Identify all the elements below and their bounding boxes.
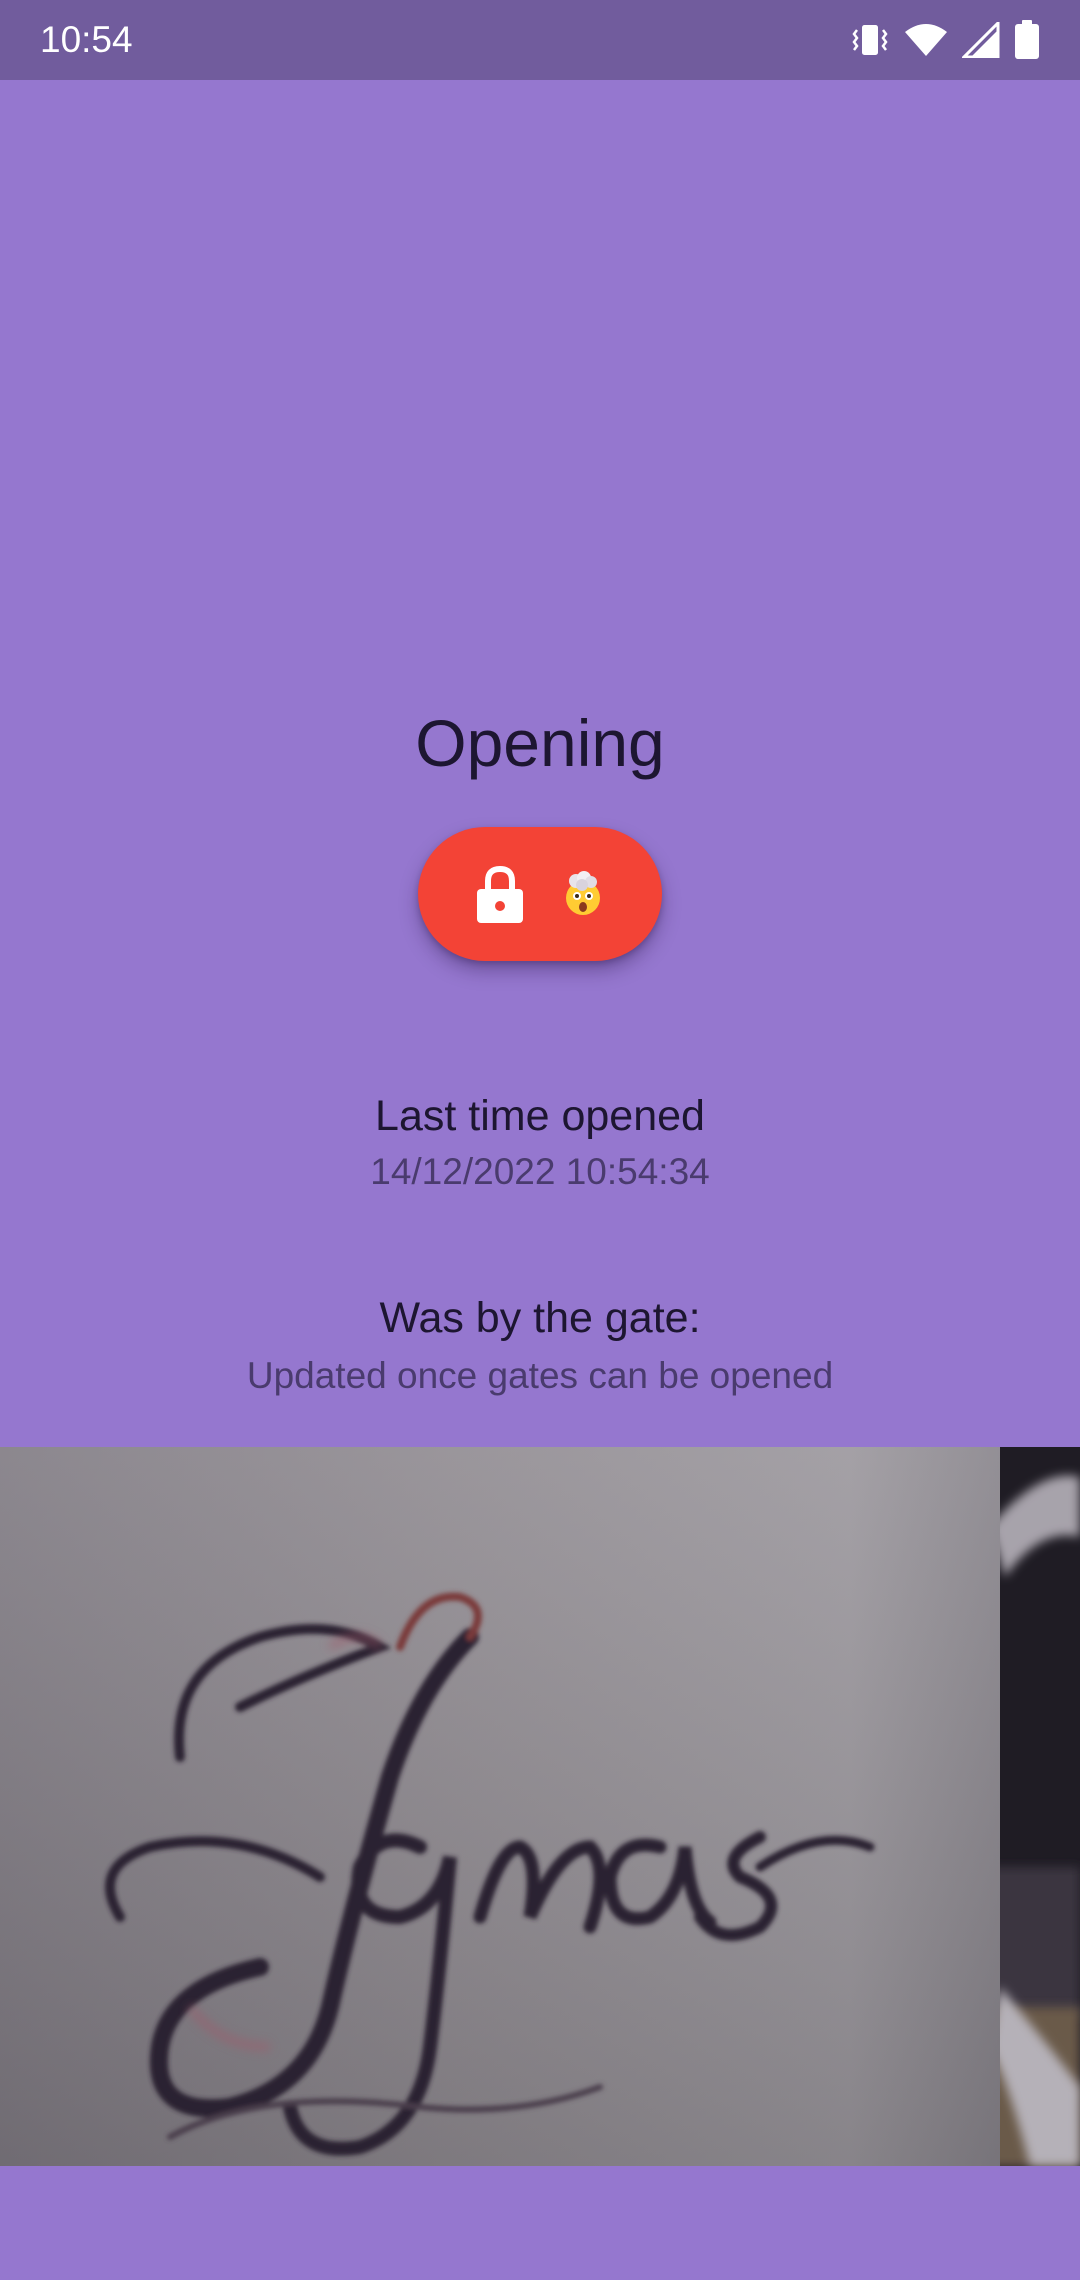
gate-subtext: Updated once gates can be opened [246,1355,834,1396]
gate-label: Was by the gate: [379,1294,701,1342]
signal-icon [962,22,1000,58]
status-time: 10:54 [40,19,133,60]
wifi-icon [904,23,948,57]
camera-snapshot-image [0,1447,1080,2166]
status-bar: 10:54 [0,0,1080,80]
exploding-head-emoji-icon [566,871,600,915]
vibrate-icon [850,22,890,58]
lock-icon [477,865,523,923]
battery-icon [1014,20,1040,60]
open-gate-button[interactable] [418,827,662,961]
last-opened-label: Last time opened [375,1092,705,1140]
page-title: Opening [415,706,665,780]
status-icons [850,18,1040,62]
last-opened-value: 14/12/2022 10:54:34 [370,1151,710,1192]
